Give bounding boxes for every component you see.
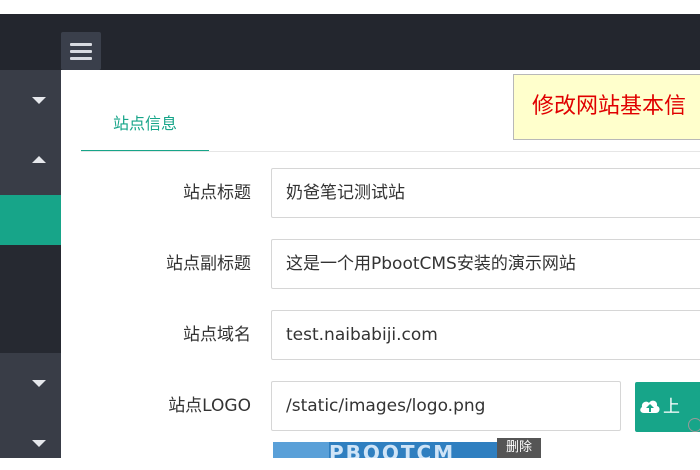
chevron-down-icon — [32, 97, 46, 104]
logo-mark-icon — [273, 442, 329, 458]
upload-button-label: 上 — [663, 397, 680, 417]
form-row-site-subtitle: 站点副标题 这是一个用PbootCMS安装的演示网站 — [61, 239, 700, 289]
chevron-down-icon — [32, 440, 46, 447]
hamburger-icon[interactable] — [61, 32, 101, 70]
site-subtitle-label: 站点副标题 — [166, 254, 251, 274]
chevron-up-icon — [32, 156, 46, 163]
form-row-site-domain: 站点域名 test.naibabiji.com — [61, 310, 700, 360]
form-row-site-title: 站点标题 奶爸笔记测试站 — [61, 168, 700, 218]
cloud-upload-icon — [640, 400, 660, 413]
site-title-label: 站点标题 — [183, 183, 251, 203]
sidebar — [0, 70, 61, 458]
page-bottom-edge — [0, 458, 700, 470]
sidebar-menu-group-1[interactable] — [0, 70, 61, 195]
form-row-site-logo: 站点LOGO /static/images/logo.png — [61, 381, 700, 431]
site-logo-label: 站点LOGO — [168, 396, 251, 416]
logo-preview-text: PBOOTCM — [329, 442, 456, 458]
chevron-down-icon — [32, 380, 46, 387]
tab-site-info[interactable]: 站点信息 — [81, 110, 209, 152]
delete-logo-button[interactable]: 删除 — [497, 438, 541, 458]
tab-divider — [81, 151, 700, 152]
help-icon — [688, 418, 700, 432]
site-subtitle-input[interactable]: 这是一个用PbootCMS安装的演示网站 — [271, 239, 700, 289]
sidebar-submenu[interactable] — [0, 245, 61, 353]
annotation-note: 修改网站基本信 — [513, 74, 700, 140]
site-logo-input[interactable]: /static/images/logo.png — [271, 381, 621, 431]
site-domain-input[interactable]: test.naibabiji.com — [271, 310, 700, 360]
site-title-input[interactable]: 奶爸笔记测试站 — [271, 168, 700, 218]
sidebar-item-active[interactable] — [0, 195, 61, 245]
sidebar-menu-group-2[interactable] — [0, 353, 61, 458]
site-domain-label: 站点域名 — [183, 325, 251, 345]
top-navbar — [0, 14, 700, 70]
main-content: 站点信息 修改网站基本信 站点标题 奶爸笔记测试站 站点副标题 这是一个用Pbo… — [61, 70, 700, 458]
